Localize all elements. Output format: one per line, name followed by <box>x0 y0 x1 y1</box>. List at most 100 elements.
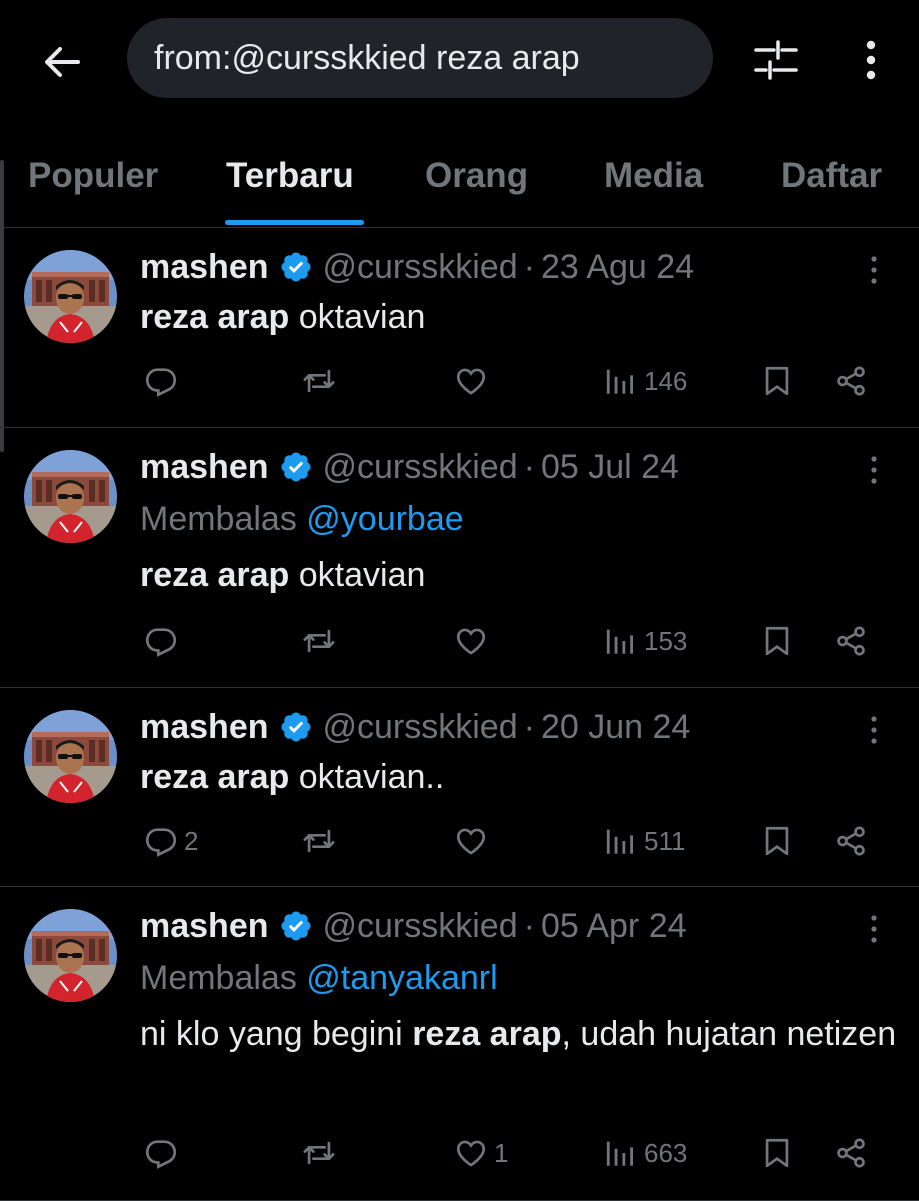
tweet-item[interactable]: mashen @cursskkied · 20 Jun 24 reza arap… <box>0 688 919 887</box>
author-handle[interactable]: @cursskkied <box>323 448 518 487</box>
reply-button[interactable] <box>144 1128 184 1178</box>
replying-to: Membalas @tanyakanrl <box>140 959 498 998</box>
tweet-more-icon[interactable] <box>860 911 888 947</box>
repost-button[interactable] <box>302 816 336 866</box>
author-name[interactable]: mashen <box>140 248 269 287</box>
reply-button[interactable] <box>144 616 184 666</box>
repost-button[interactable] <box>302 616 336 666</box>
tab-terbaru[interactable]: Terbaru <box>226 156 354 196</box>
author-name[interactable]: mashen <box>140 907 269 946</box>
more-options-icon[interactable] <box>855 36 887 84</box>
repost-button[interactable] <box>302 356 336 406</box>
tweet-date[interactable]: 05 Jul 24 <box>541 448 679 487</box>
like-button[interactable] <box>454 616 494 666</box>
verified-badge-icon <box>279 909 313 943</box>
tweet-text-after: oktavian.. <box>289 758 445 796</box>
replying-to-label: Membalas <box>140 959 307 997</box>
tweet-more-icon[interactable] <box>860 452 888 488</box>
back-arrow-icon[interactable] <box>38 38 86 86</box>
tab-orang[interactable]: Orang <box>425 156 528 196</box>
bookmark-icon <box>760 1136 794 1170</box>
tweet-text: reza arap oktavian <box>140 292 900 342</box>
views-button[interactable]: 146 <box>604 356 687 406</box>
tweet-text: reza arap oktavian.. <box>140 752 900 802</box>
bookmark-button[interactable] <box>760 616 794 666</box>
tweet-text-after: oktavian <box>289 556 426 594</box>
views-button[interactable]: 511 <box>604 816 685 866</box>
repost-icon <box>302 364 336 398</box>
verified-badge-icon <box>279 710 313 744</box>
tab-media[interactable]: Media <box>604 156 703 196</box>
bookmark-icon <box>760 824 794 858</box>
share-button[interactable] <box>834 616 868 666</box>
tab-populer[interactable]: Populer <box>28 156 158 196</box>
search-filter-icon[interactable] <box>752 36 800 84</box>
like-button[interactable] <box>454 356 494 406</box>
repost-icon <box>302 624 336 658</box>
author-handle[interactable]: @cursskkied <box>323 248 518 287</box>
reply-mention-link[interactable]: @tanyakanrl <box>306 959 497 997</box>
share-button[interactable] <box>834 1128 868 1178</box>
share-button[interactable] <box>834 356 868 406</box>
top-bar: from:@cursskkied reza arap <box>0 0 919 128</box>
avatar[interactable] <box>24 450 117 543</box>
active-tab-indicator <box>225 220 364 225</box>
tweet-text-after: , udah hujatan netizen <box>561 1015 897 1053</box>
tweet-text-highlight: reza arap <box>140 758 290 796</box>
view-count: 663 <box>644 1137 688 1168</box>
share-button[interactable] <box>834 816 868 866</box>
search-query-text: from:@cursskkied reza arap <box>154 38 580 77</box>
heart-icon <box>454 364 488 398</box>
replying-to: Membalas @yourbae <box>140 500 464 539</box>
tab-daftar[interactable]: Daftar <box>781 156 882 196</box>
separator-dot: · <box>523 247 535 286</box>
avatar[interactable] <box>24 710 117 803</box>
avatar[interactable] <box>24 909 117 1002</box>
like-count: 1 <box>494 1137 509 1168</box>
tweet-header: mashen @cursskkied · 05 Jul 24 <box>140 444 679 490</box>
views-chart-icon <box>604 364 638 398</box>
reply-button[interactable] <box>144 356 184 406</box>
search-input[interactable]: from:@cursskkied reza arap <box>127 18 713 98</box>
view-count: 511 <box>644 825 686 856</box>
tweet-text-highlight: reza arap <box>412 1015 562 1053</box>
like-button[interactable] <box>454 816 494 866</box>
separator-dot: · <box>523 447 535 486</box>
repost-icon <box>302 824 336 858</box>
tweet-item[interactable]: mashen @cursskkied · 05 Jul 24 Membalas … <box>0 428 919 688</box>
tweet-actions: 1 663 <box>140 1128 900 1178</box>
view-count: 153 <box>644 625 688 656</box>
tweet-text-highlight: reza arap <box>140 556 290 594</box>
bookmark-button[interactable] <box>760 816 794 866</box>
heart-icon <box>454 824 488 858</box>
author-handle[interactable]: @cursskkied <box>323 708 518 747</box>
author-name[interactable]: mashen <box>140 448 269 487</box>
reply-icon <box>144 1136 178 1170</box>
views-button[interactable]: 153 <box>604 616 687 666</box>
separator-dot: · <box>523 906 535 945</box>
bookmark-button[interactable] <box>760 1128 794 1178</box>
author-name[interactable]: mashen <box>140 708 269 747</box>
reply-mention-link[interactable]: @yourbae <box>306 500 463 538</box>
like-button[interactable]: 1 <box>454 1128 508 1178</box>
tweet-date[interactable]: 20 Jun 24 <box>541 708 690 747</box>
reply-button[interactable]: 2 <box>144 816 198 866</box>
search-tabs: Populer Terbaru Orang Media Daftar <box>0 128 919 228</box>
tweet-item[interactable]: mashen @cursskkied · 05 Apr 24 Membalas … <box>0 887 919 1201</box>
share-icon <box>834 824 868 858</box>
tweet-date[interactable]: 23 Agu 24 <box>541 248 694 287</box>
views-button[interactable]: 663 <box>604 1128 687 1178</box>
reply-icon <box>144 624 178 658</box>
bookmark-button[interactable] <box>760 356 794 406</box>
repost-button[interactable] <box>302 1128 336 1178</box>
reply-icon <box>144 364 178 398</box>
tweet-more-icon[interactable] <box>860 252 888 288</box>
tweet-more-icon[interactable] <box>860 712 888 748</box>
tweet-date[interactable]: 05 Apr 24 <box>541 907 687 946</box>
tweet-header: mashen @cursskkied · 20 Jun 24 <box>140 704 690 750</box>
tweet-item[interactable]: mashen @cursskkied · 23 Agu 24 reza arap… <box>0 228 919 428</box>
avatar[interactable] <box>24 250 117 343</box>
author-handle[interactable]: @cursskkied <box>323 907 518 946</box>
views-chart-icon <box>604 824 638 858</box>
heart-icon <box>454 624 488 658</box>
